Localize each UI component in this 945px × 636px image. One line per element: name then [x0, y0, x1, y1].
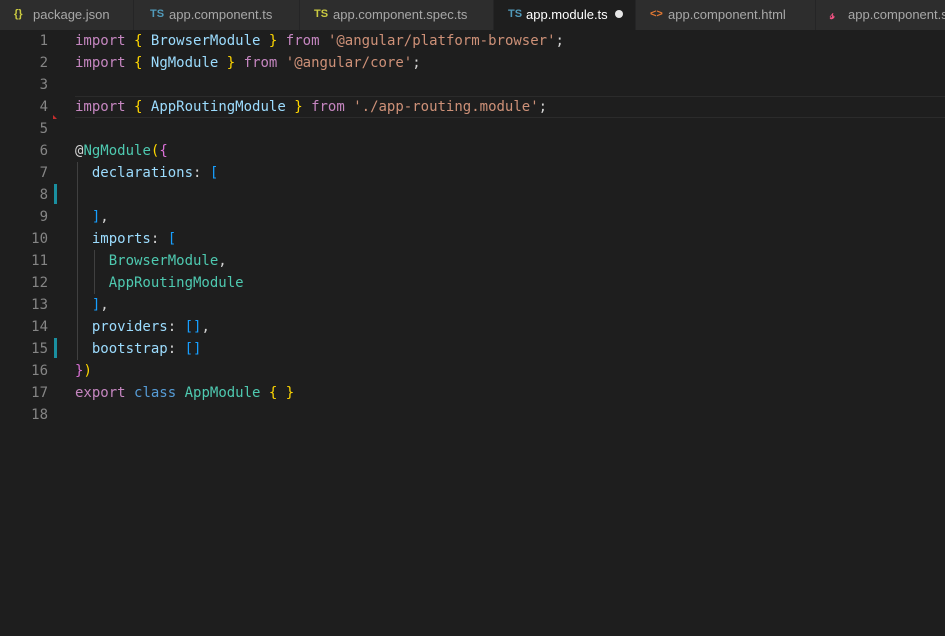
- line-content: ],: [91, 209, 109, 225]
- html-file-icon: <>: [650, 8, 663, 20]
- code-line: 4 import { AppRoutingModule } from './ap…: [0, 96, 945, 118]
- tab-label: app.component.ts: [169, 7, 273, 22]
- tab-label: package.json: [33, 7, 110, 22]
- code-line: 6 @NgModule({: [0, 140, 945, 162]
- tab-package-json[interactable]: {} package.json: [0, 0, 134, 30]
- line-content: }): [75, 363, 92, 379]
- tab-label: app.module.ts: [526, 7, 608, 22]
- code-line: 13 ],: [0, 294, 945, 316]
- code-line: 10 imports: [: [0, 228, 945, 250]
- typescript-file-icon: TS: [150, 8, 165, 20]
- code-line: 5: [0, 118, 945, 140]
- line-content: BrowserModule,: [108, 253, 227, 269]
- line-content: imports: [: [91, 231, 177, 247]
- code-line: 8: [0, 184, 945, 206]
- line-number: 2: [39, 55, 48, 71]
- tab-app-component-spec-ts[interactable]: TS app.component.spec.ts: [300, 0, 494, 30]
- unsaved-changes-dot-icon[interactable]: [615, 10, 623, 18]
- code-line: 1 import { BrowserModule } from '@angula…: [0, 30, 945, 52]
- line-content: export class AppModule { }: [75, 385, 295, 401]
- line-content: @NgModule({: [75, 143, 168, 159]
- line-content: bootstrap: []: [91, 341, 202, 357]
- line-number: 12: [31, 275, 48, 291]
- code-line: 15 bootstrap: []: [0, 338, 945, 360]
- code-line: 2 import { NgModule } from '@angular/cor…: [0, 52, 945, 74]
- sass-file-icon: 𝓈: [830, 7, 835, 22]
- line-number: 10: [31, 231, 48, 247]
- line-content: ],: [91, 297, 109, 313]
- editor-tab-bar: {} package.json TS app.component.ts TS a…: [0, 0, 945, 30]
- tab-app-component-ts[interactable]: TS app.component.ts: [134, 0, 300, 30]
- line-number: 5: [39, 121, 48, 137]
- code-line: 11 BrowserModule,: [0, 250, 945, 272]
- typescript-file-icon: TS: [508, 8, 523, 20]
- line-number: 1: [39, 33, 48, 49]
- line-number: 9: [39, 209, 48, 225]
- line-number: 3: [39, 77, 48, 93]
- line-number: 13: [31, 297, 48, 313]
- code-editor[interactable]: 1 import { BrowserModule } from '@angula…: [0, 30, 945, 636]
- line-number: 11: [31, 253, 48, 269]
- line-number: 6: [39, 143, 48, 159]
- line-content: import { BrowserModule } from '@angular/…: [75, 33, 564, 49]
- tab-app-module-ts[interactable]: TS app.module.ts: [494, 0, 636, 30]
- code-line: 16 }): [0, 360, 945, 382]
- line-number: 7: [39, 165, 48, 181]
- line-number: 15: [31, 341, 48, 357]
- line-content: providers: [],: [91, 319, 210, 335]
- tab-label: app.component.html: [668, 7, 786, 22]
- line-content: import { AppRoutingModule } from './app-…: [75, 99, 548, 115]
- typescript-test-file-icon: TS: [314, 8, 329, 20]
- line-number: 16: [31, 363, 48, 379]
- code-line: 12 AppRoutingModule: [0, 272, 945, 294]
- code-line: 17 export class AppModule { }: [0, 382, 945, 404]
- json-file-icon: {}: [14, 8, 23, 20]
- code-line: 9 ],: [0, 206, 945, 228]
- line-number: 14: [31, 319, 48, 335]
- line-content: declarations: [: [91, 165, 219, 181]
- line-number: 4: [39, 99, 48, 115]
- tab-label: app.component.s: [848, 7, 945, 22]
- code-line: 14 providers: [],: [0, 316, 945, 338]
- tab-label: app.component.spec.ts: [333, 7, 468, 22]
- line-number: 8: [39, 187, 48, 203]
- line-number: 17: [31, 385, 48, 401]
- line-content: AppRoutingModule: [108, 275, 244, 291]
- tab-app-component-html[interactable]: <> app.component.html: [636, 0, 816, 30]
- code-line: 18: [0, 404, 945, 426]
- code-line: 7 declarations: [: [0, 162, 945, 184]
- line-number: 18: [31, 407, 48, 423]
- line-content: import { NgModule } from '@angular/core'…: [75, 55, 421, 71]
- tab-app-component-scss[interactable]: 𝓈 app.component.s: [816, 0, 945, 30]
- code-line: 3: [0, 74, 945, 96]
